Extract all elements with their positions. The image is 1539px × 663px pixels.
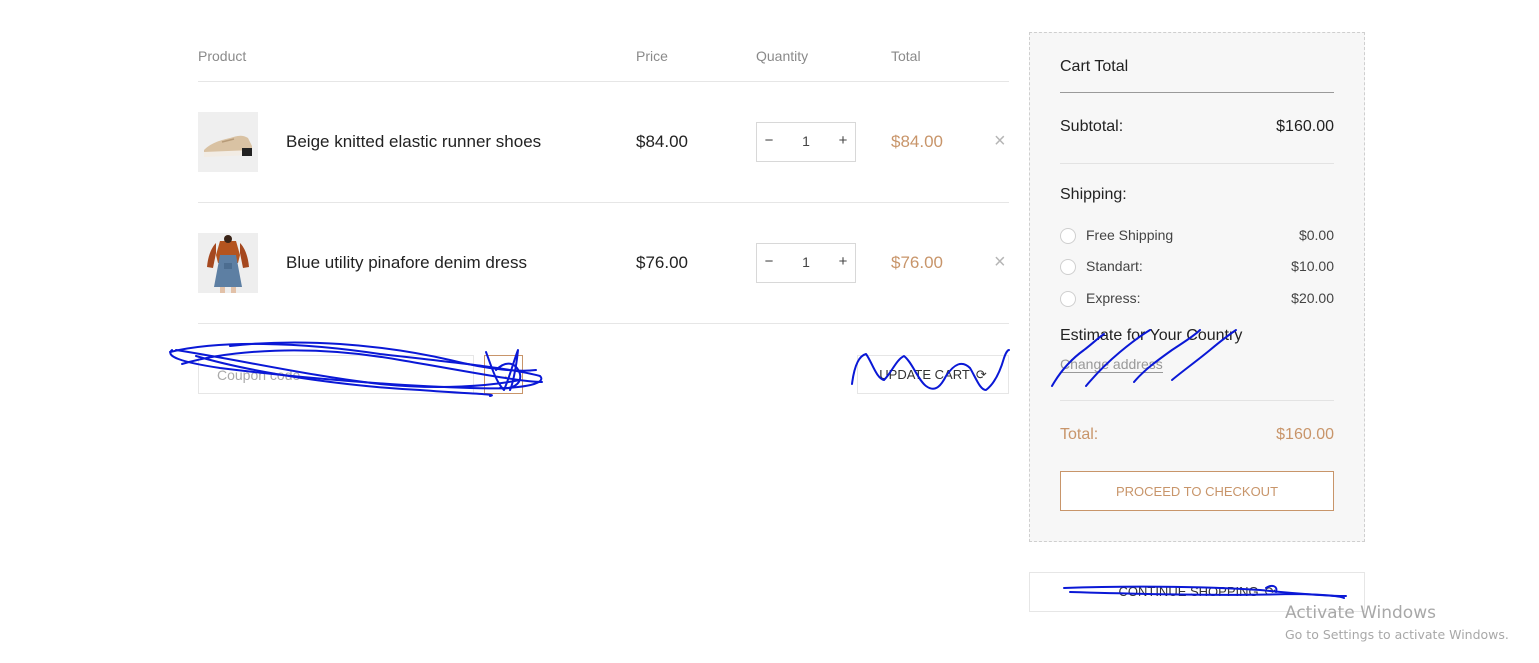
product-price: $84.00 [636,132,688,151]
header-quantity: Quantity [756,48,809,64]
update-cart-button[interactable]: UPDATE CART ⟳ [857,355,1009,394]
line-total: $76.00 [891,253,943,272]
continue-shopping-label: CONTINUE SHOPPING [1118,584,1259,599]
refresh-icon: ⟳ [975,367,987,382]
quantity-stepper: − 1 + [756,243,856,283]
denim-dress-thumbnail[interactable] [198,233,258,293]
subtotal-value: $160.00 [1276,118,1334,135]
beige-shoe-thumbnail[interactable] [198,112,258,172]
radio-button[interactable] [1060,228,1076,244]
shipping-option-price: $10.00 [1291,258,1334,274]
header-total: Total [891,48,921,64]
quantity-value[interactable]: 1 [787,254,825,270]
change-address-link[interactable]: Change address [1060,356,1163,373]
increase-quantity-button[interactable]: + [831,132,855,149]
line-total: $84.00 [891,132,943,151]
header-price: Price [636,48,668,64]
shipping-option-price: $0.00 [1298,227,1334,243]
divider [1060,92,1334,93]
total-label: Total: [1060,426,1099,443]
proceed-to-checkout-button[interactable]: PROCEED TO CHECKOUT [1060,471,1334,511]
remove-item-icon[interactable]: × [994,251,1006,274]
watermark-subtitle: Go to Settings to activate Windows. [1285,627,1509,642]
decrease-quantity-button[interactable]: − [757,253,781,270]
estimate-heading: Estimate for Your Country [1060,327,1243,344]
radio-button[interactable] [1060,259,1076,275]
shipping-option-name: Express: [1086,290,1141,306]
coupon-code-input[interactable] [198,355,474,394]
watermark-title: Activate Windows [1285,603,1436,623]
divider [1060,163,1334,164]
windows-activation-watermark: Activate Windows Go to Settings to activ… [1285,603,1509,642]
cart-row: Beige knitted elastic runner shoes $84.0… [198,82,1009,203]
remove-item-icon[interactable]: × [994,130,1006,153]
subtotal-label: Subtotal: [1060,118,1124,135]
refresh-icon: ⟳ [1264,584,1276,599]
cart-total-panel: Cart Total Subtotal: $160.00 Shipping: F… [1029,32,1365,542]
shipping-option-name: Standart: [1086,258,1143,274]
cart-row: Blue utility pinafore denim dress $76.00… [198,203,1009,324]
cart-table: Product Price Quantity Total Beige knitt… [198,32,1009,324]
shipping-option-free[interactable]: Free Shipping $0.00 [1060,226,1334,246]
product-name[interactable]: Blue utility pinafore denim dress [286,253,527,273]
quantity-stepper: − 1 + [756,122,856,162]
shipping-option-express[interactable]: Express: $20.00 [1060,289,1334,309]
radio-button[interactable] [1060,291,1076,307]
decrease-quantity-button[interactable]: − [757,132,781,149]
shipping-label: Shipping: [1060,186,1127,203]
product-price: $76.00 [636,253,688,272]
product-name[interactable]: Beige knitted elastic runner shoes [286,132,541,152]
divider [1060,400,1334,401]
update-cart-label: UPDATE CART [879,367,970,382]
arrow-right-icon: → [497,367,510,382]
apply-coupon-button[interactable]: → [484,355,523,394]
shipping-option-name: Free Shipping [1086,227,1174,243]
coupon-form: → [198,355,523,394]
quantity-value[interactable]: 1 [787,133,825,149]
shipping-option-standart[interactable]: Standart: $10.00 [1060,257,1334,277]
header-product: Product [198,48,247,64]
increase-quantity-button[interactable]: + [831,253,855,270]
table-header: Product Price Quantity Total [198,32,1009,82]
cart-total-title: Cart Total [1060,58,1129,75]
total-value: $160.00 [1276,426,1334,443]
shipping-option-price: $20.00 [1291,290,1334,306]
